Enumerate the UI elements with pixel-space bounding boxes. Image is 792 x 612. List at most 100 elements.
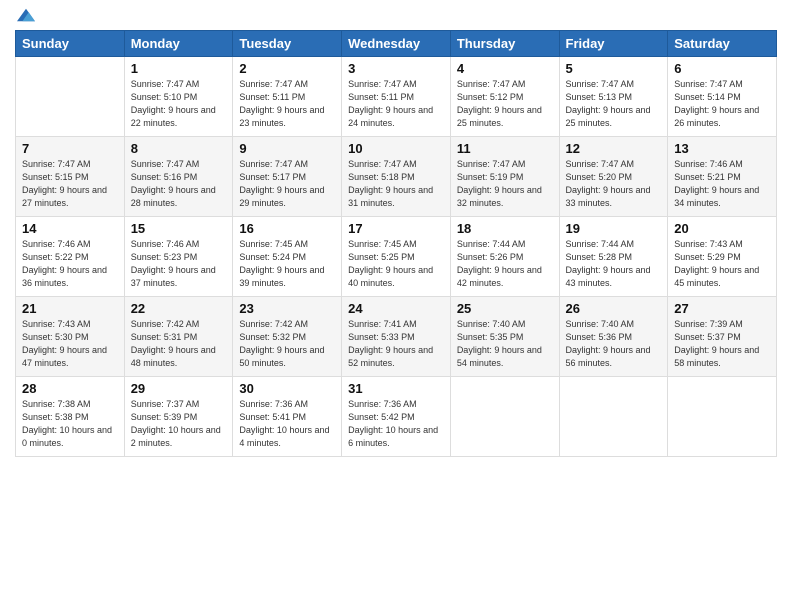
day-info: Sunrise: 7:40 AM Sunset: 5:36 PM Dayligh… bbox=[566, 318, 662, 370]
calendar-day-cell bbox=[450, 377, 559, 457]
calendar: SundayMondayTuesdayWednesdayThursdayFrid… bbox=[15, 30, 777, 457]
day-info: Sunrise: 7:42 AM Sunset: 5:32 PM Dayligh… bbox=[239, 318, 335, 370]
calendar-body: 1Sunrise: 7:47 AM Sunset: 5:10 PM Daylig… bbox=[16, 57, 777, 457]
calendar-day-cell: 1Sunrise: 7:47 AM Sunset: 5:10 PM Daylig… bbox=[124, 57, 233, 137]
day-info: Sunrise: 7:44 AM Sunset: 5:26 PM Dayligh… bbox=[457, 238, 553, 290]
day-number: 18 bbox=[457, 221, 553, 236]
day-info: Sunrise: 7:41 AM Sunset: 5:33 PM Dayligh… bbox=[348, 318, 444, 370]
day-number: 24 bbox=[348, 301, 444, 316]
calendar-day-cell: 4 Sunrise: 7:47 AM Sunset: 5:12 PM Daylig… bbox=[450, 57, 559, 137]
calendar-day-cell: 9 Sunrise: 7:47 AM Sunset: 5:17 PM Daylig… bbox=[233, 137, 342, 217]
calendar-day-cell: 19 Sunrise: 7:44 AM Sunset: 5:28 PM Dayli… bbox=[559, 217, 668, 297]
day-number: 31 bbox=[348, 381, 444, 396]
calendar-day-cell: 2 Sunrise: 7:47 AM Sunset: 5:11 PM Daylig… bbox=[233, 57, 342, 137]
calendar-day-cell: 17Sunrise: 7:45 AM Sunset: 5:25 PM Dayli… bbox=[342, 217, 451, 297]
day-number: 9 bbox=[239, 141, 335, 156]
calendar-day-cell: 30 Sunrise: 7:36 AM Sunset: 5:41 PM Dayli… bbox=[233, 377, 342, 457]
day-number: 12 bbox=[566, 141, 662, 156]
day-info: Sunrise: 7:47 AM Sunset: 5:11 PM Dayligh… bbox=[239, 78, 335, 130]
calendar-day-cell: 14 Sunrise: 7:46 AM Sunset: 5:22 PM Dayli… bbox=[16, 217, 125, 297]
day-info: Sunrise: 7:43 AM Sunset: 5:29 PM Dayligh… bbox=[674, 238, 770, 290]
calendar-day-cell: 6 Sunrise: 7:47 AM Sunset: 5:14 PM Daylig… bbox=[668, 57, 777, 137]
day-info: Sunrise: 7:37 AM Sunset: 5:39 PM Dayligh… bbox=[131, 398, 227, 450]
day-number: 19 bbox=[566, 221, 662, 236]
calendar-day-cell: 3 Sunrise: 7:47 AM Sunset: 5:11 PM Daylig… bbox=[342, 57, 451, 137]
day-info: Sunrise: 7:47 AM Sunset: 5:10 PM Dayligh… bbox=[131, 78, 227, 130]
day-number: 13 bbox=[674, 141, 770, 156]
calendar-day-cell: 31 Sunrise: 7:36 AM Sunset: 5:42 PM Dayli… bbox=[342, 377, 451, 457]
day-number: 22 bbox=[131, 301, 227, 316]
calendar-day-cell: 11 Sunrise: 7:47 AM Sunset: 5:19 PM Dayli… bbox=[450, 137, 559, 217]
calendar-header-row: SundayMondayTuesdayWednesdayThursdayFrid… bbox=[16, 31, 777, 57]
day-number: 10 bbox=[348, 141, 444, 156]
calendar-day-cell: 7Sunrise: 7:47 AM Sunset: 5:15 PM Daylig… bbox=[16, 137, 125, 217]
calendar-day-cell: 24 Sunrise: 7:41 AM Sunset: 5:33 PM Dayli… bbox=[342, 297, 451, 377]
day-number: 11 bbox=[457, 141, 553, 156]
calendar-day-cell: 25 Sunrise: 7:40 AM Sunset: 5:35 PM Dayli… bbox=[450, 297, 559, 377]
calendar-day-cell: 10Sunrise: 7:47 AM Sunset: 5:18 PM Dayli… bbox=[342, 137, 451, 217]
calendar-week-row: 21 Sunrise: 7:43 AM Sunset: 5:30 PM Dayli… bbox=[16, 297, 777, 377]
day-number: 15 bbox=[131, 221, 227, 236]
day-info: Sunrise: 7:47 AM Sunset: 5:19 PM Dayligh… bbox=[457, 158, 553, 210]
day-info: Sunrise: 7:38 AM Sunset: 5:38 PM Dayligh… bbox=[22, 398, 118, 450]
day-number: 4 bbox=[457, 61, 553, 76]
calendar-day-header: Monday bbox=[124, 31, 233, 57]
day-number: 2 bbox=[239, 61, 335, 76]
day-info: Sunrise: 7:43 AM Sunset: 5:30 PM Dayligh… bbox=[22, 318, 118, 370]
day-number: 27 bbox=[674, 301, 770, 316]
calendar-day-cell: 12 Sunrise: 7:47 AM Sunset: 5:20 PM Dayli… bbox=[559, 137, 668, 217]
day-info: Sunrise: 7:39 AM Sunset: 5:37 PM Dayligh… bbox=[674, 318, 770, 370]
calendar-day-cell: 13Sunrise: 7:46 AM Sunset: 5:21 PM Dayli… bbox=[668, 137, 777, 217]
header bbox=[15, 10, 777, 22]
calendar-week-row: 14 Sunrise: 7:46 AM Sunset: 5:22 PM Dayli… bbox=[16, 217, 777, 297]
day-number: 20 bbox=[674, 221, 770, 236]
day-number: 3 bbox=[348, 61, 444, 76]
day-info: Sunrise: 7:47 AM Sunset: 5:13 PM Dayligh… bbox=[566, 78, 662, 130]
day-number: 23 bbox=[239, 301, 335, 316]
calendar-day-header: Sunday bbox=[16, 31, 125, 57]
day-number: 28 bbox=[22, 381, 118, 396]
day-info: Sunrise: 7:47 AM Sunset: 5:14 PM Dayligh… bbox=[674, 78, 770, 130]
day-info: Sunrise: 7:47 AM Sunset: 5:11 PM Dayligh… bbox=[348, 78, 444, 130]
calendar-day-cell bbox=[559, 377, 668, 457]
day-info: Sunrise: 7:45 AM Sunset: 5:25 PM Dayligh… bbox=[348, 238, 444, 290]
day-number: 26 bbox=[566, 301, 662, 316]
day-info: Sunrise: 7:40 AM Sunset: 5:35 PM Dayligh… bbox=[457, 318, 553, 370]
day-number: 16 bbox=[239, 221, 335, 236]
day-number: 30 bbox=[239, 381, 335, 396]
calendar-day-header: Friday bbox=[559, 31, 668, 57]
day-number: 6 bbox=[674, 61, 770, 76]
calendar-day-cell: 20 Sunrise: 7:43 AM Sunset: 5:29 PM Dayli… bbox=[668, 217, 777, 297]
calendar-week-row: 1Sunrise: 7:47 AM Sunset: 5:10 PM Daylig… bbox=[16, 57, 777, 137]
day-info: Sunrise: 7:47 AM Sunset: 5:17 PM Dayligh… bbox=[239, 158, 335, 210]
page: SundayMondayTuesdayWednesdayThursdayFrid… bbox=[0, 0, 792, 612]
day-info: Sunrise: 7:44 AM Sunset: 5:28 PM Dayligh… bbox=[566, 238, 662, 290]
logo-icon bbox=[17, 8, 35, 22]
day-info: Sunrise: 7:46 AM Sunset: 5:23 PM Dayligh… bbox=[131, 238, 227, 290]
day-info: Sunrise: 7:45 AM Sunset: 5:24 PM Dayligh… bbox=[239, 238, 335, 290]
day-number: 25 bbox=[457, 301, 553, 316]
day-info: Sunrise: 7:47 AM Sunset: 5:16 PM Dayligh… bbox=[131, 158, 227, 210]
calendar-day-cell: 21 Sunrise: 7:43 AM Sunset: 5:30 PM Dayli… bbox=[16, 297, 125, 377]
calendar-day-cell: 26 Sunrise: 7:40 AM Sunset: 5:36 PM Dayli… bbox=[559, 297, 668, 377]
calendar-day-header: Saturday bbox=[668, 31, 777, 57]
day-info: Sunrise: 7:42 AM Sunset: 5:31 PM Dayligh… bbox=[131, 318, 227, 370]
day-info: Sunrise: 7:36 AM Sunset: 5:42 PM Dayligh… bbox=[348, 398, 444, 450]
day-info: Sunrise: 7:36 AM Sunset: 5:41 PM Dayligh… bbox=[239, 398, 335, 450]
calendar-week-row: 28 Sunrise: 7:38 AM Sunset: 5:38 PM Dayli… bbox=[16, 377, 777, 457]
logo bbox=[15, 10, 35, 22]
day-info: Sunrise: 7:47 AM Sunset: 5:15 PM Dayligh… bbox=[22, 158, 118, 210]
calendar-day-cell: 23 Sunrise: 7:42 AM Sunset: 5:32 PM Dayli… bbox=[233, 297, 342, 377]
day-info: Sunrise: 7:47 AM Sunset: 5:20 PM Dayligh… bbox=[566, 158, 662, 210]
calendar-day-cell: 28 Sunrise: 7:38 AM Sunset: 5:38 PM Dayli… bbox=[16, 377, 125, 457]
day-number: 14 bbox=[22, 221, 118, 236]
day-number: 21 bbox=[22, 301, 118, 316]
calendar-day-cell: 29Sunrise: 7:37 AM Sunset: 5:39 PM Dayli… bbox=[124, 377, 233, 457]
calendar-day-header: Thursday bbox=[450, 31, 559, 57]
calendar-day-header: Tuesday bbox=[233, 31, 342, 57]
day-info: Sunrise: 7:46 AM Sunset: 5:22 PM Dayligh… bbox=[22, 238, 118, 290]
day-info: Sunrise: 7:47 AM Sunset: 5:12 PM Dayligh… bbox=[457, 78, 553, 130]
calendar-day-cell: 27 Sunrise: 7:39 AM Sunset: 5:37 PM Dayli… bbox=[668, 297, 777, 377]
calendar-header: SundayMondayTuesdayWednesdayThursdayFrid… bbox=[16, 31, 777, 57]
calendar-day-cell: 16 Sunrise: 7:45 AM Sunset: 5:24 PM Dayli… bbox=[233, 217, 342, 297]
